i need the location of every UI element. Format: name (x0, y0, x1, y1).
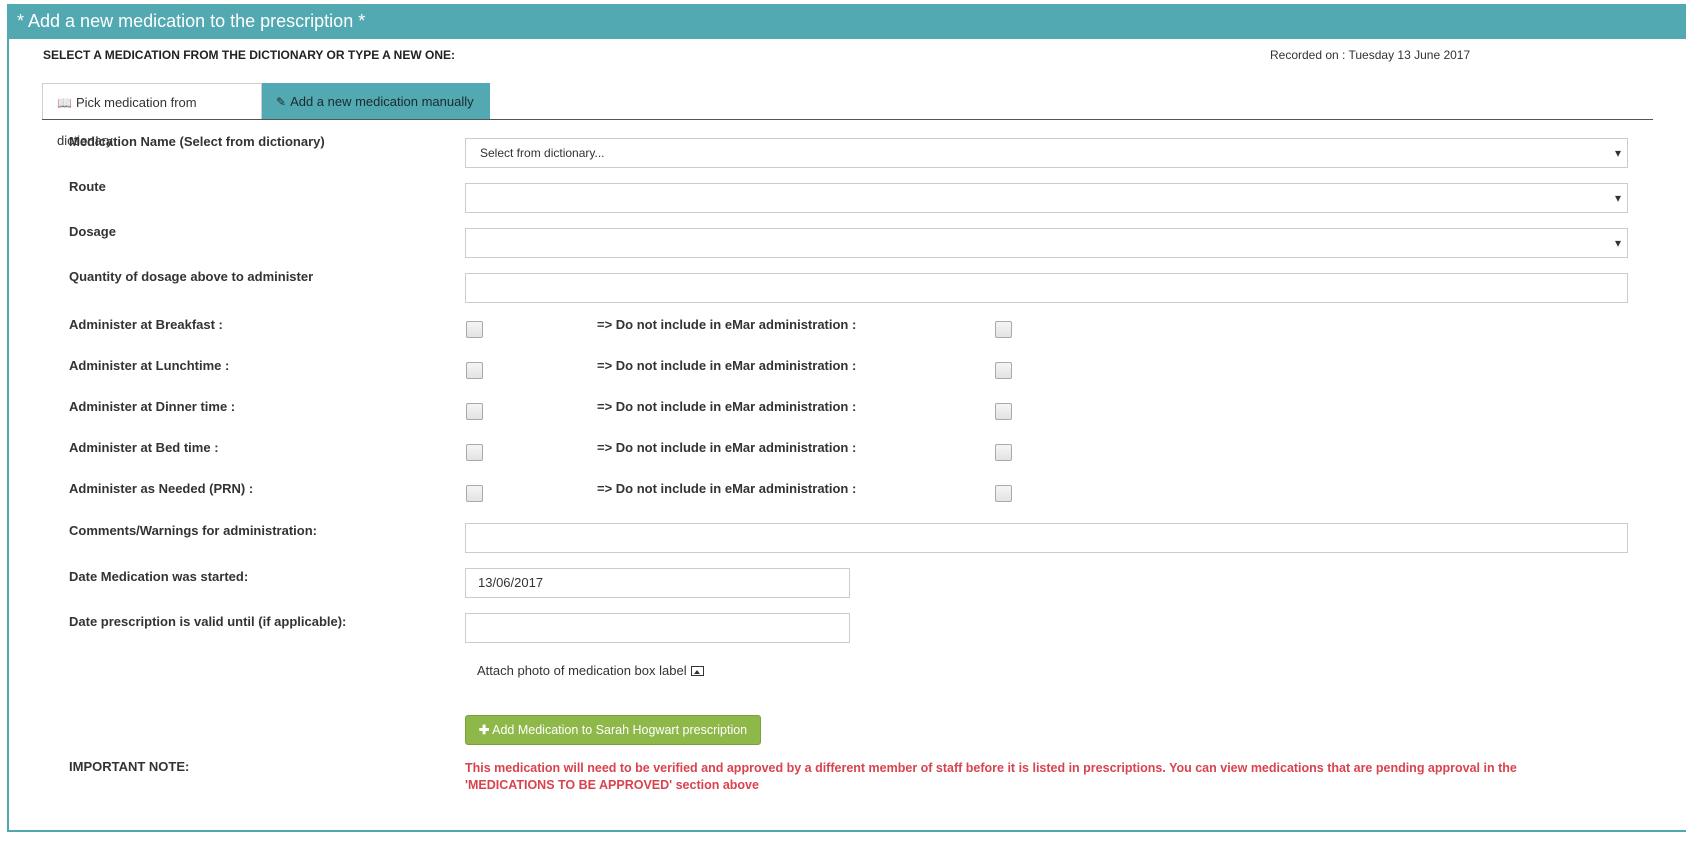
date-started-label: Date Medication was started: (69, 569, 249, 584)
administer-prn-checkbox[interactable] (466, 485, 483, 502)
administer-dinner-checkbox[interactable] (466, 403, 483, 420)
emar-exclude-breakfast-checkbox[interactable] (995, 321, 1012, 338)
attach-photo-label: Attach photo of medication box label (477, 663, 687, 678)
tab-label: Add a new medication manually (290, 94, 474, 109)
route-label: Route (69, 179, 106, 194)
dosage-select[interactable] (465, 228, 1628, 258)
administer-breakfast-checkbox[interactable] (466, 321, 483, 338)
emar-exclude-label: => Do not include in eMar administration… (597, 440, 857, 455)
administer-breakfast-label: Administer at Breakfast : (69, 317, 223, 332)
add-medication-panel (7, 4, 1686, 832)
administer-dinner-label: Administer at Dinner time : (69, 399, 236, 414)
emar-exclude-prn-checkbox[interactable] (995, 485, 1012, 502)
emar-exclude-bedtime-checkbox[interactable] (995, 444, 1012, 461)
attach-photo-link[interactable]: Attach photo of medication box label (477, 663, 704, 678)
date-valid-until-input[interactable] (465, 613, 850, 643)
dosage-label: Dosage (69, 224, 116, 239)
administer-bedtime-checkbox[interactable] (466, 444, 483, 461)
administer-prn-label: Administer as Needed (PRN) : (69, 481, 254, 496)
emar-exclude-lunchtime-checkbox[interactable] (995, 362, 1012, 379)
administer-lunchtime-checkbox[interactable] (466, 362, 483, 379)
instruction-text: SELECT A MEDICATION FROM THE DICTIONARY … (43, 48, 456, 62)
edit-icon: ✎ (276, 95, 287, 109)
date-started-value: 13/06/2017 (478, 575, 544, 590)
administer-bedtime-label: Administer at Bed time : (69, 440, 219, 455)
important-note-label: IMPORTANT NOTE: (69, 759, 190, 774)
book-icon: 📖 (57, 96, 72, 110)
medication-name-label: Medication Name (Select from dictionary) (69, 134, 325, 149)
image-icon (690, 666, 704, 676)
emar-exclude-label: => Do not include in eMar administration… (597, 481, 857, 496)
date-started-input[interactable]: 13/06/2017 (465, 568, 850, 598)
quantity-input[interactable] (465, 273, 1628, 303)
emar-exclude-dinner-checkbox[interactable] (995, 403, 1012, 420)
comments-label: Comments/Warnings for administration: (69, 523, 317, 538)
emar-exclude-label: => Do not include in eMar administration… (597, 317, 857, 332)
tab-add-manually[interactable]: ✎ Add a new medication manually (262, 83, 490, 120)
medication-name-value: Select from dictionary... (480, 146, 605, 160)
quantity-label: Quantity of dosage above to administer (69, 269, 314, 284)
medication-name-select[interactable]: Select from dictionary... (465, 138, 1628, 168)
important-note-text: This medication will need to be verified… (465, 761, 1517, 792)
plus-icon: ✚ (478, 723, 490, 737)
tab-divider (42, 119, 1653, 120)
tab-pick-from-dictionary[interactable]: 📖 Pick medication from dictionary (42, 83, 262, 148)
administer-lunchtime-label: Administer at Lunchtime : (69, 358, 230, 373)
recorded-on-text: Recorded on : Tuesday 13 June 2017 (1270, 48, 1471, 62)
route-select[interactable] (465, 183, 1628, 213)
date-valid-until-label: Date prescription is valid until (if app… (69, 614, 347, 629)
add-medication-button-label: Add Medication to Sarah Hogwart prescrip… (492, 723, 748, 737)
emar-exclude-label: => Do not include in eMar administration… (597, 399, 857, 414)
emar-exclude-label: => Do not include in eMar administration… (597, 358, 857, 373)
comments-input[interactable] (465, 523, 1628, 553)
panel-title: * Add a new medication to the prescripti… (7, 4, 1686, 39)
add-medication-button[interactable]: ✚ Add Medication to Sarah Hogwart prescr… (465, 715, 761, 745)
